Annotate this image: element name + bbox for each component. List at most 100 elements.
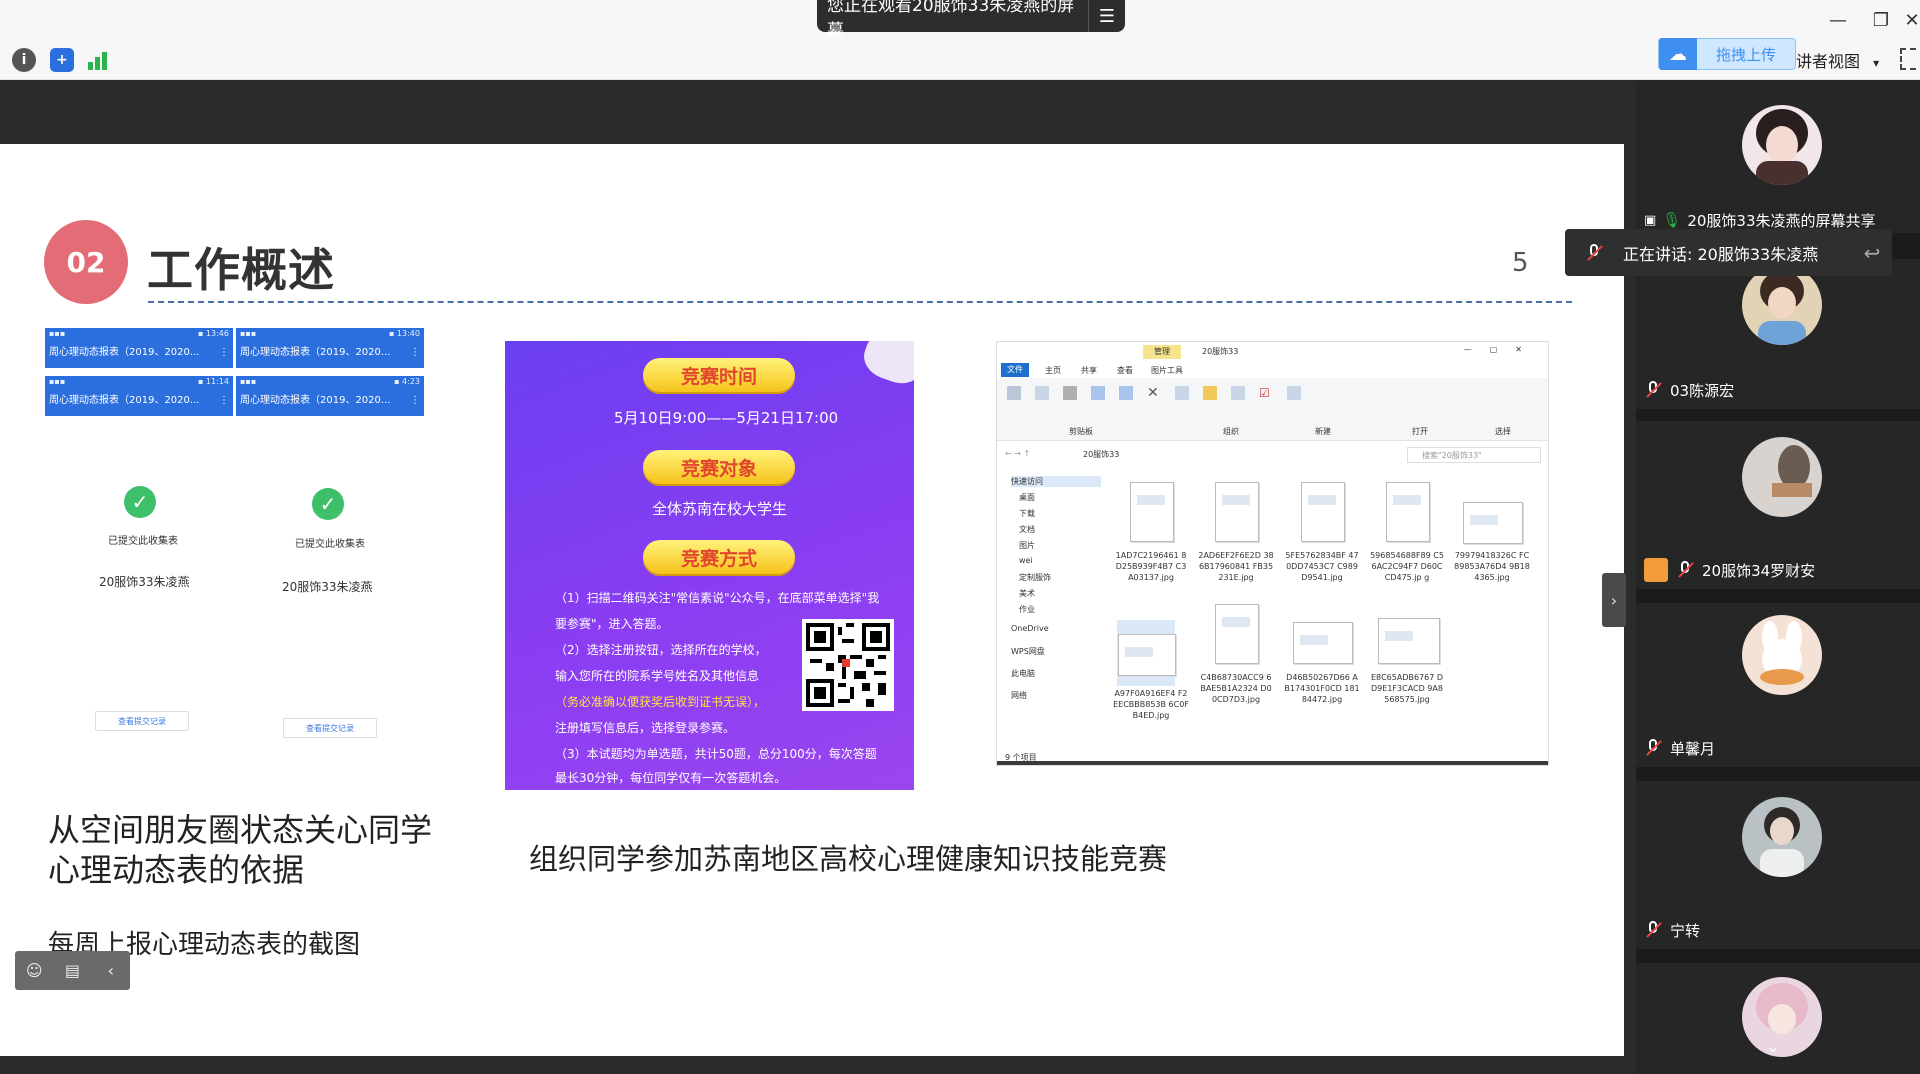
drag-upload-button[interactable]: ☁ 拖拽上传 (1658, 38, 1796, 70)
nav-item: 定制服饰 (1019, 573, 1051, 582)
view-mode-selector[interactable]: 讲者视图 ▾ (1796, 48, 1879, 72)
ribbon-icons: ✕ ☑ (1007, 386, 1387, 416)
poster-method-label: 竞赛方式 (643, 540, 795, 574)
speaking-text: 正在讲话: 20服饰33朱凌燕 (1623, 244, 1819, 264)
chevron-left-icon[interactable]: ‹ (92, 961, 130, 980)
poster-method-line: （务必准确以便获奖后收到证书无误）， (555, 695, 766, 709)
participant-name: 单馨月 (1644, 737, 1715, 759)
poster-method-line: （2）选择注册按钮，选择所在的学校， (555, 643, 767, 657)
phone-header: ▪▪▪ ▪ 4:23 周心理动态报表（2019、2020... ⋮ (236, 376, 424, 416)
participant-tile[interactable]: 20服饰34罗财安 (1636, 421, 1920, 589)
ribbon-group-new: 新建 (1315, 427, 1331, 436)
submitted-status: 已提交此收集表 (108, 536, 178, 547)
explorer-nav-pane: 快速访问 桌面 下载 文档 图片 wei 定制服饰 美术 作业 OneDrive… (997, 472, 1107, 752)
phone-screenshot-left: ▪▪▪ ▪ 13:46 周心理动态报表（2019、2020... ⋮ ▪▪▪ ▪ 11:… (45, 328, 233, 416)
participant-tile[interactable]: 03陈源宏 (1636, 259, 1920, 409)
close-icon[interactable]: ✕ (1904, 6, 1920, 34)
file-name: 596854688F89 C56AC2C94F7 D60CCD475.jp g (1370, 551, 1444, 582)
nav-item: 桌面 (1019, 493, 1035, 502)
participant-name-label: 宁转 (1670, 921, 1701, 940)
participant-tile[interactable]: ⌄ (1636, 963, 1920, 1074)
collapse-panel-button[interactable]: › (1602, 573, 1626, 627)
chat-icon[interactable]: ▤ (53, 961, 91, 980)
poster-target-value: 全体苏南在校大学生 (652, 500, 788, 518)
ribbon-tab-file: 文件 (1001, 363, 1029, 377)
mic-on-icon: 🎙 (1662, 211, 1682, 229)
minimize-icon[interactable]: — (1823, 6, 1853, 34)
file-name: C4B68730ACC9 6BAE5B1A2324 D00CD7D3.jpg (1200, 673, 1272, 704)
phone-header-title: 周心理动态报表（2019、2020... (49, 395, 200, 406)
file-name: 5FE5762834BF 470DD7453C7 C989D9541.jpg (1285, 551, 1359, 582)
mic-off-icon (1644, 921, 1662, 939)
participant-name: 03陈源宏 (1644, 379, 1734, 401)
chevron-down-icon: ▾ (1873, 56, 1880, 70)
nav-item: 图片 (1019, 541, 1035, 550)
ribbon-tab-home: 主页 (1045, 366, 1061, 375)
info-icon[interactable]: i (12, 48, 36, 72)
reply-icon[interactable]: ↩ (1852, 241, 1892, 265)
participant-name-label: 03陈源宏 (1670, 381, 1735, 400)
phone-header: ▪▪▪ ▪ 13:46 周心理动态报表（2019、2020... ⋮ (45, 328, 233, 368)
poster-method-line: 要参赛"，进入答题。 (555, 617, 669, 631)
submitter-name: 20服饰33朱凌燕 (99, 575, 190, 589)
file-name: 1AD7C2196461 8D25B939F4B7 C3A03137.jpg (1115, 551, 1187, 582)
phone-header: ▪▪▪ ▪ 13:40 周心理动态报表（2019、2020... ⋮ (236, 328, 424, 368)
file-name: 79979418326C FC89853A76D4 9B184365.jpg (1454, 551, 1530, 582)
upload-label: 拖拽上传 (1715, 45, 1776, 64)
nav-item: 下载 (1019, 509, 1035, 518)
chat-widget[interactable]: ☺ ▤ ‹ (15, 951, 130, 990)
poster-time-value: 5月10日9:00——5月21日17:00 (614, 409, 839, 427)
speaking-banner: 正在讲话: 20服饰33朱凌燕 ↩ (1565, 229, 1892, 276)
participant-tile[interactable]: 宁转 (1636, 781, 1920, 949)
file-explorer-screenshot: 管理 20服饰33 —▢✕ 文件 主页 共享 查看 图片工具 ✕ ☑ 剪贴板 组织… (996, 341, 1549, 766)
ribbon-group-clipboard: 剪贴板 (1069, 427, 1093, 436)
share-menu-icon[interactable]: ☰ (1088, 0, 1125, 32)
nav-item: OneDrive (1011, 624, 1049, 633)
avatar (1742, 977, 1822, 1057)
chevron-right-icon: › (1610, 590, 1618, 610)
view-records-button: 查看提交记录 (95, 711, 189, 731)
restore-icon[interactable]: ❐ (1866, 6, 1896, 34)
avatar (1742, 105, 1822, 185)
mic-off-icon (1644, 381, 1662, 399)
screen-share-banner[interactable]: 您正在观看20服饰33朱凌燕的屏幕 ☰ (817, 0, 1125, 41)
file-name: 2AD6EF2F6E2D 386B17960841 FB35231E.jpg (1198, 551, 1274, 582)
explorer-title: 20服饰33 (1202, 347, 1239, 356)
avatar (1742, 797, 1822, 877)
view-records-button: 查看提交记录 (283, 718, 377, 738)
nav-item: wei (1019, 556, 1033, 565)
explorer-search: 搜索"20服饰33" (1407, 447, 1541, 463)
phone-header: ▪▪▪ ▪ 11:14 周心理动态报表（2019、2020... ⋮ (45, 376, 233, 416)
poster-method-line: 最长30分钟，每位同学仅有一次答题机会。 (555, 771, 787, 785)
address-bar: 20服饰33 (1083, 450, 1120, 459)
poster-time-label: 竞赛时间 (643, 358, 795, 392)
chevron-down-icon[interactable]: ⌄ (1766, 1037, 1779, 1056)
ribbon-group-open: 打开 (1412, 427, 1428, 436)
participant-tile[interactable]: 单馨月 (1636, 603, 1920, 767)
nav-item: 文档 (1019, 525, 1035, 534)
caption-left-line2: 心理动态表的依据 (48, 851, 305, 889)
participant-name-label: 20服饰33朱凌燕的屏幕共享 (1687, 211, 1876, 230)
fullscreen-icon[interactable] (1900, 48, 1916, 70)
view-mode-label: 讲者视图 (1796, 52, 1861, 71)
signal-icon[interactable] (88, 50, 108, 70)
nav-arrows: ← → ↑ (1005, 449, 1031, 458)
file-name: A97F0A916EF4 F2EECBBB853B 6C0FB4ED.jpg (1113, 689, 1189, 720)
poster-method-line: 注册填写信息后，选择登录参赛。 (555, 721, 736, 735)
explorer-bottom-bar (997, 761, 1548, 765)
ribbon-tab-share: 共享 (1081, 366, 1097, 375)
emoji-icon[interactable]: ☺ (15, 961, 53, 980)
nav-item: 快速访问 (1011, 476, 1101, 487)
nav-item: 作业 (1019, 605, 1035, 614)
phone-header-title: 周心理动态报表（2019、2020... (240, 347, 391, 358)
shield-icon[interactable]: + (50, 48, 74, 72)
title-divider (148, 301, 1572, 303)
heart-decoration (858, 341, 914, 390)
poster-method-line: （3）本试题均为单选题，共计50题，总分100分，每次答题 (555, 747, 877, 761)
nav-item: 网络 (1011, 691, 1027, 700)
slide-title: 工作概述 (147, 243, 335, 297)
participant-tile[interactable]: ▣ 🎙 20服饰33朱凌燕的屏幕共享 (1636, 81, 1920, 233)
phone-header-title: 周心理动态报表（2019、2020... (240, 395, 391, 406)
page-number: 5 (1512, 248, 1529, 278)
file-thumbnail (1122, 482, 1180, 548)
